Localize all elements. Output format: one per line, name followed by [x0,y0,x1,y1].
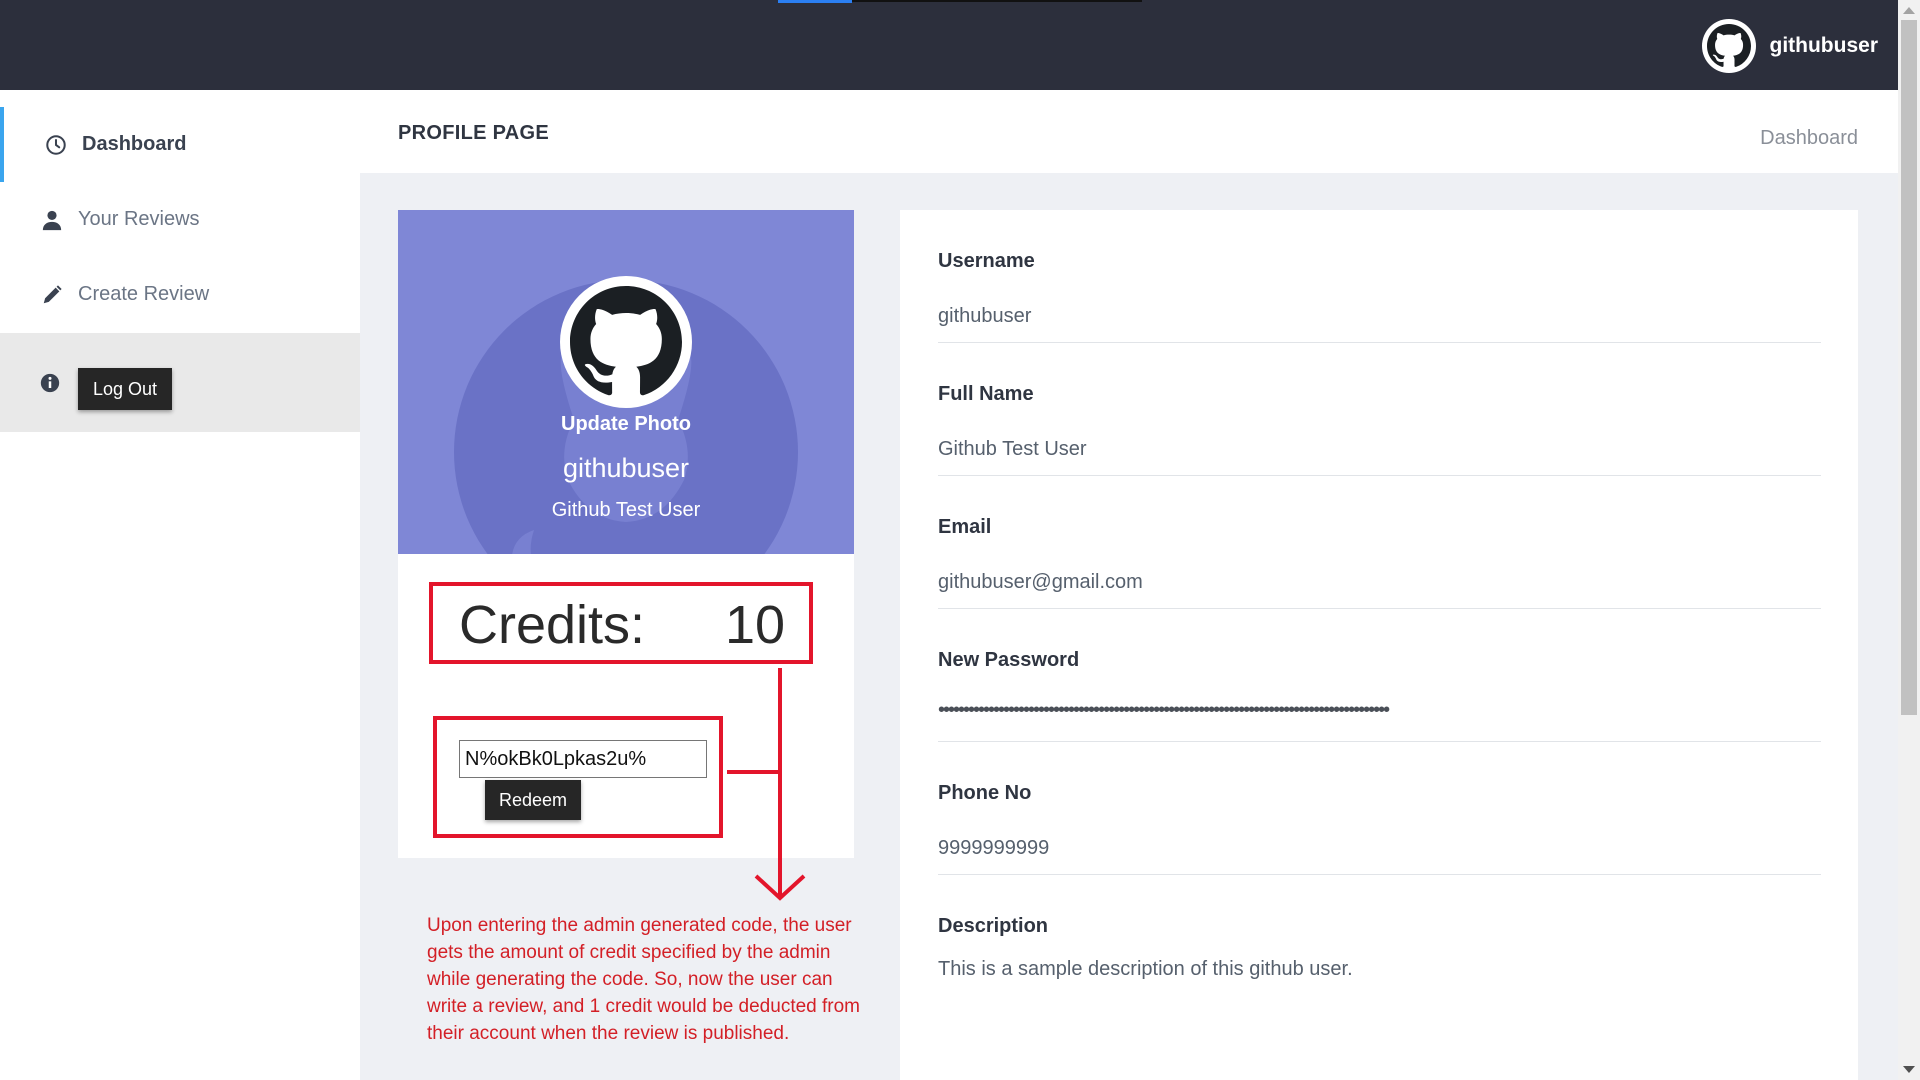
github-icon [1701,19,1756,73]
profile-hero: Update Photo githubuser Github Test User [398,210,854,554]
field-value[interactable]: This is a sample description of this git… [938,958,1353,981]
update-photo-link[interactable]: Update Photo [398,413,854,436]
page-header: PROFILE PAGE Dashboard [360,90,1898,173]
sidebar: Dashboard Your Reviews Create Review Log… [0,90,360,1080]
username-field[interactable]: Username githubuser [938,210,1821,343]
profile-avatar[interactable] [560,276,692,408]
scroll-up-icon[interactable] [1903,7,1915,14]
github-icon [570,286,682,396]
header-username: githubuser [1769,34,1879,57]
profile-details-form: Username githubuser Full Name Github Tes… [900,210,1858,1080]
sidebar-item-logout: Log Out [0,333,360,432]
sidebar-item-dashboard[interactable]: Dashboard [0,107,360,182]
sidebar-item-label: Create Review [78,283,210,305]
sidebar-item-label: Dashboard [82,133,187,155]
field-value[interactable]: Github Test User [938,438,1087,461]
field-label: Description [938,915,1049,937]
redeem-code-input[interactable] [459,740,707,778]
phone-field[interactable]: Phone No 9999999999 [938,742,1821,875]
credits-value: 10 [725,595,786,655]
redeem-section: Redeem [433,716,723,838]
field-label: Username [938,250,1035,272]
logout-button[interactable]: Log Out [78,368,172,410]
scrollbar-thumb[interactable] [1901,20,1917,715]
field-value[interactable]: githubuser [938,305,1031,328]
description-field[interactable]: Description This is a sample description… [938,875,1821,1008]
field-label: Phone No [938,782,1032,804]
field-value[interactable]: ••••••••••••••••••••••••••••••••••••••••… [938,699,1390,722]
profile-username: githubuser [562,453,690,483]
email-field[interactable]: Email githubuser@gmail.com [938,476,1821,609]
field-label: Full Name [938,383,1034,405]
field-label: New Password [938,649,1080,671]
profile-full-name: Github Test User [551,499,701,521]
user-icon [40,208,64,232]
info-icon [40,373,62,395]
pencil-icon [40,283,64,307]
field-value[interactable]: 9999999999 [938,837,1049,860]
annotation-note: Upon entering the admin generated code, … [427,915,861,1044]
full-name-field[interactable]: Full Name Github Test User [938,343,1821,476]
page-title: PROFILE PAGE [398,122,550,144]
field-label: Email [938,516,992,538]
user-menu[interactable]: githubuser [1701,19,1879,73]
vertical-scrollbar[interactable] [1898,0,1920,1080]
redeem-button[interactable]: Redeem [485,780,581,820]
scroll-down-icon[interactable] [1903,1066,1915,1073]
breadcrumb[interactable]: Dashboard [1760,127,1858,150]
clock-icon [44,133,68,157]
sidebar-item-your-reviews[interactable]: Your Reviews [0,182,360,257]
new-password-field[interactable]: New Password •••••••••••••••••••••••••••… [938,609,1821,742]
credits-label: Credits: [459,595,646,655]
credits-display: Credits: 10 [429,582,813,664]
sidebar-item-label: Your Reviews [78,208,200,230]
loading-track [852,0,1142,2]
field-value[interactable]: githubuser@gmail.com [938,571,1143,594]
sidebar-item-create-review[interactable]: Create Review [0,257,360,332]
top-navbar: githubuser [0,0,1898,90]
loading-indicator [778,0,852,3]
